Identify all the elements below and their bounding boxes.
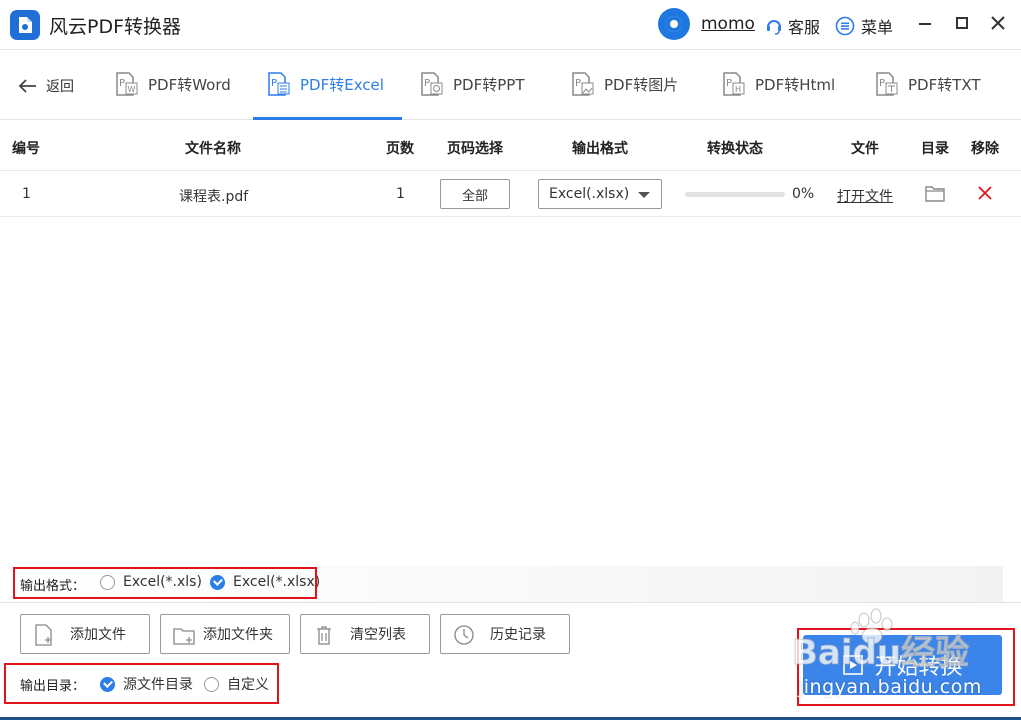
clear-list-label: 清空列表 (350, 627, 406, 643)
menu-icon (835, 16, 855, 36)
conversion-tab-bar: 返回 PW PDF转Word P PDF转Excel P PDF转PPT P P… (0, 50, 1021, 120)
tab-label: PDF转图片 (604, 76, 679, 94)
progress-percent: 0% (792, 186, 815, 202)
open-file-link[interactable]: 打开文件 (837, 186, 893, 206)
bottom-divider (0, 602, 1021, 603)
watermark-url: jingyan.baidu.com (798, 676, 982, 698)
add-file-label: 添加文件 (70, 627, 126, 643)
pdf-word-icon: PW (116, 72, 138, 96)
menu-label: 菜单 (861, 18, 894, 37)
svg-text:H: H (735, 85, 741, 94)
maximize-icon[interactable] (951, 12, 973, 34)
tab-label: PDF转Excel (300, 76, 384, 94)
row-file-name: 课程表.pdf (179, 189, 249, 205)
app-logo (10, 10, 40, 40)
add-folder-button[interactable]: 添加文件夹 (160, 614, 290, 654)
folder-icon[interactable] (925, 184, 945, 202)
pdf-excel-icon: P (268, 72, 290, 96)
pdf-txt-icon: P (876, 72, 898, 96)
svg-text:P: P (726, 78, 732, 89)
tab-label: PDF转TXT (908, 76, 981, 94)
pdf-image-icon: P (572, 72, 594, 96)
tab-pdf-to-excel[interactable]: P PDF转Excel (253, 68, 402, 120)
add-folder-label: 添加文件夹 (203, 627, 273, 643)
back-button[interactable]: 返回 (18, 76, 74, 96)
svg-text:P: P (119, 78, 125, 89)
title-bar: 风云PDF转换器 momo 客服 菜单 (0, 0, 1021, 50)
clear-list-button[interactable]: 清空列表 (300, 614, 430, 654)
col-file: 文件 (851, 141, 879, 157)
col-directory: 目录 (921, 141, 949, 157)
svg-text:W: W (128, 85, 136, 94)
highlight-box-output-dir (4, 663, 279, 704)
tab-pdf-to-ppt[interactable]: P PDF转PPT (420, 68, 524, 120)
arrow-left-icon (18, 79, 36, 93)
chevron-down-icon (638, 192, 650, 198)
svg-text:P: P (879, 78, 885, 89)
row-pages: 1 (396, 186, 405, 202)
service-label: 客服 (788, 18, 821, 37)
col-status: 转换状态 (707, 141, 763, 157)
page-select-all-button[interactable]: 全部 (440, 179, 510, 209)
col-page-select: 页码选择 (447, 141, 503, 157)
app-title: 风云PDF转换器 (49, 16, 182, 38)
minimize-icon[interactable] (914, 12, 936, 34)
output-format-select[interactable]: Excel(.xlsx) (538, 179, 662, 209)
user-name-link[interactable]: momo (701, 14, 755, 34)
col-pages: 页数 (386, 141, 414, 157)
col-file-name: 文件名称 (185, 141, 241, 157)
col-index: 编号 (12, 141, 40, 157)
add-file-button[interactable]: 添加文件 (20, 614, 150, 654)
conversion-progress-bar (685, 192, 785, 197)
tab-label: PDF转PPT (453, 76, 525, 94)
table-row: 1 课程表.pdf 1 全部 Excel(.xlsx) 0% 打开文件 (0, 171, 1021, 217)
svg-text:P: P (575, 78, 581, 89)
tab-pdf-to-image[interactable]: P PDF转图片 (571, 68, 678, 120)
tab-label: PDF转Html (755, 76, 836, 94)
user-avatar[interactable] (658, 8, 690, 40)
file-table-header: 编号 文件名称 页数 页码选择 输出格式 转换状态 文件 目录 移除 (0, 121, 1021, 171)
pdf-ppt-icon: P (421, 72, 443, 96)
remove-icon[interactable] (977, 185, 993, 201)
col-output-format: 输出格式 (572, 141, 628, 157)
col-remove: 移除 (971, 141, 999, 157)
pdf-html-icon: PH (723, 72, 745, 96)
row-index: 1 (22, 186, 31, 202)
highlight-box-output-format (13, 567, 317, 599)
headset-icon (767, 20, 781, 35)
menu-button[interactable]: 菜单 (835, 14, 893, 38)
svg-text:P: P (271, 78, 277, 89)
customer-service-button[interactable]: 客服 (764, 14, 820, 38)
svg-text:P: P (424, 78, 430, 89)
history-button[interactable]: 历史记录 (440, 614, 570, 654)
tab-label: PDF转Word (148, 76, 231, 94)
back-label: 返回 (46, 79, 74, 95)
tab-pdf-to-html[interactable]: PH PDF转Html (722, 68, 835, 120)
history-label: 历史记录 (490, 627, 546, 643)
output-format-value: Excel(.xlsx) (549, 186, 630, 202)
close-icon[interactable] (987, 12, 1009, 34)
tab-pdf-to-word[interactable]: PW PDF转Word (115, 68, 231, 120)
tab-pdf-to-txt[interactable]: P PDF转TXT (875, 68, 981, 120)
